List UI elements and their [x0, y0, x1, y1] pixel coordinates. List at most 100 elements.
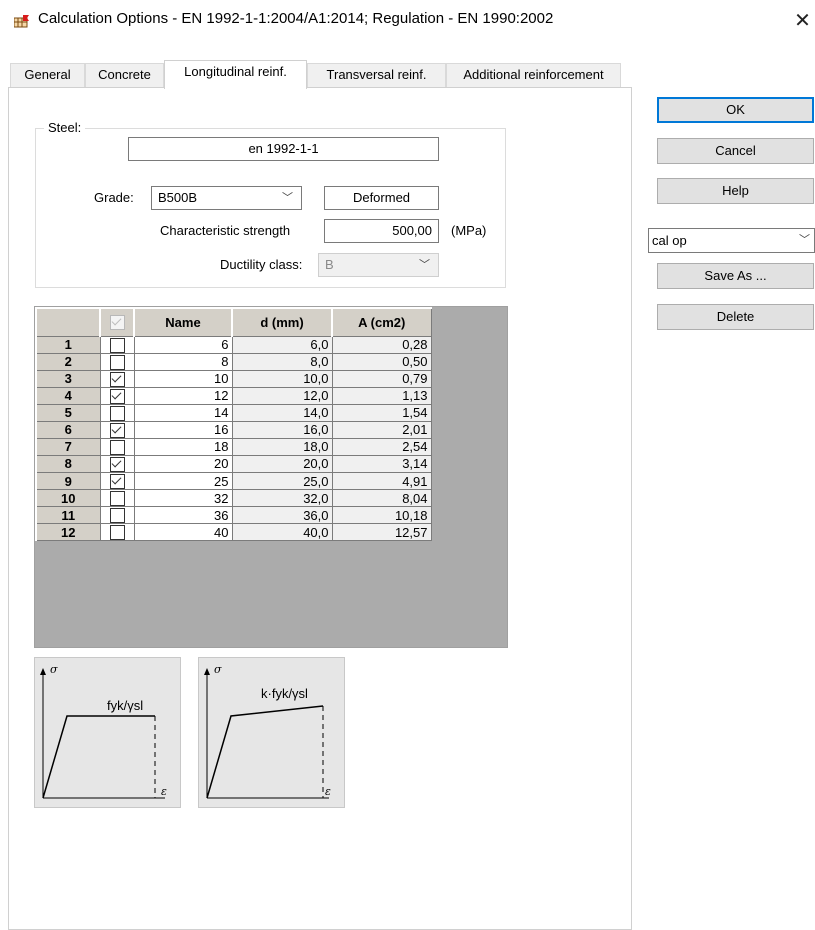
delete-button[interactable]: Delete [657, 304, 814, 330]
name-cell[interactable]: 8 [133, 352, 233, 371]
row-checkbox[interactable] [99, 420, 135, 439]
row-checkbox[interactable] [99, 437, 135, 456]
table-row[interactable]: 3 10 10,0 0,79 [35, 369, 432, 388]
checkbox-unchecked-icon [109, 439, 125, 455]
tab-additional-reinforcement[interactable]: Additional reinforcement [446, 63, 621, 87]
title-bar: Calculation Options - EN 1992-1-1:2004/A… [0, 0, 815, 40]
name-column-header: Name [133, 307, 233, 337]
ductility-value: B [325, 257, 334, 272]
row-checkbox[interactable] [99, 386, 135, 405]
table-row[interactable]: 2 8 8,0 0,50 [35, 352, 432, 371]
diameter-cell: 10,0 [231, 369, 333, 388]
name-cell[interactable]: 18 [133, 437, 233, 456]
diameter-cell: 16,0 [231, 420, 333, 439]
diameter-cell: 20,0 [231, 454, 333, 474]
table-row[interactable]: 1 6 6,0 0,28 [35, 335, 432, 354]
row-checkbox[interactable] [99, 489, 135, 508]
tab-transversal-reinf[interactable]: Transversal reinf. [307, 63, 446, 87]
row-index: 5 [35, 403, 101, 422]
row-checkbox[interactable] [99, 523, 135, 542]
check-icon [109, 315, 125, 331]
name-cell[interactable]: 14 [133, 403, 233, 422]
diagram-inclined-plateau[interactable]: σ ε k·fyk/γsl [198, 657, 345, 808]
close-icon[interactable]: ✕ [790, 6, 815, 34]
row-checkbox[interactable] [99, 506, 135, 525]
name-cell[interactable]: 25 [133, 471, 233, 491]
bar-grid: Name d (mm) A (cm2) 1 6 6,0 0,28 2 8 8,0 0,50 3 1… [35, 307, 432, 542]
name-cell[interactable]: 40 [133, 523, 233, 542]
table-row[interactable]: 12 40 40,0 12,57 [35, 523, 432, 542]
name-cell[interactable]: 6 [133, 335, 233, 354]
area-cell: 0,28 [331, 335, 432, 354]
table-row[interactable]: 4 12 12,0 1,13 [35, 386, 432, 405]
sigma-symbol: σ [50, 663, 58, 676]
ductility-label: Ductility class: [220, 257, 303, 272]
preset-value: cal op [652, 233, 687, 248]
row-index: 8 [35, 454, 101, 474]
save-as-button[interactable]: Save As ... [657, 263, 814, 289]
tab-concrete[interactable]: Concrete [85, 63, 164, 87]
ductility-select: B ﹀ [318, 253, 439, 277]
help-button[interactable]: Help [657, 178, 814, 204]
diameter-cell: 6,0 [231, 335, 333, 354]
checkbox-unchecked-icon [109, 491, 125, 507]
chevron-down-icon: ﹀ [799, 234, 810, 246]
tab-general[interactable]: General [10, 63, 85, 87]
checkbox-unchecked-icon [109, 525, 125, 541]
row-checkbox[interactable] [99, 403, 135, 422]
chevron-down-icon: ﹀ [282, 192, 293, 204]
row-checkbox[interactable] [99, 471, 135, 491]
area-cell: 3,14 [331, 454, 432, 474]
select-all-checkbox[interactable] [99, 307, 135, 337]
strength-input[interactable]: 500,00 [324, 219, 439, 243]
epsilon-symbol: ε [325, 785, 331, 798]
cancel-button[interactable]: Cancel [657, 138, 814, 164]
app-icon [14, 15, 29, 28]
ok-button[interactable]: OK [657, 97, 814, 123]
table-row[interactable]: 8 20 20,0 3,14 [35, 454, 432, 474]
area-cell: 0,50 [331, 352, 432, 371]
chevron-down-icon: ﹀ [419, 259, 430, 271]
row-checkbox[interactable] [99, 352, 135, 371]
row-index: 11 [35, 506, 101, 525]
diameter-cell: 40,0 [231, 523, 333, 542]
diagram-horizontal-plateau[interactable]: σ ε fyk/γsl [34, 657, 181, 808]
diameter-cell: 18,0 [231, 437, 333, 456]
table-row[interactable]: 11 36 36,0 10,18 [35, 506, 432, 525]
name-cell[interactable]: 20 [133, 454, 233, 474]
checkbox-unchecked-icon [109, 354, 125, 370]
row-index: 4 [35, 386, 101, 405]
row-index: 2 [35, 352, 101, 371]
epsilon-symbol: ε [161, 785, 167, 798]
checkbox-checked-icon [109, 388, 125, 404]
area-cell: 4,91 [331, 471, 432, 491]
area-cell: 12,57 [331, 523, 432, 542]
preset-select[interactable]: cal op ﹀ [648, 228, 815, 253]
row-checkbox[interactable] [99, 454, 135, 474]
row-index: 1 [35, 335, 101, 354]
table-row[interactable]: 10 32 32,0 8,04 [35, 489, 432, 508]
name-cell[interactable]: 32 [133, 489, 233, 508]
steel-code-field[interactable]: en 1992-1-1 [128, 137, 439, 161]
surface-field[interactable]: Deformed [324, 186, 439, 210]
row-checkbox[interactable] [99, 369, 135, 388]
area-cell: 0,79 [331, 369, 432, 388]
row-checkbox[interactable] [99, 335, 135, 354]
row-index: 6 [35, 420, 101, 439]
table-row[interactable]: 5 14 14,0 1,54 [35, 403, 432, 422]
grade-select[interactable]: B500B ﹀ [151, 186, 302, 210]
area-cell: 8,04 [331, 489, 432, 508]
area-cell: 2,54 [331, 437, 432, 456]
row-index: 7 [35, 437, 101, 456]
table-row[interactable]: 6 16 16,0 2,01 [35, 420, 432, 439]
name-cell[interactable]: 36 [133, 506, 233, 525]
name-cell[interactable]: 10 [133, 369, 233, 388]
table-row[interactable]: 7 18 18,0 2,54 [35, 437, 432, 456]
row-index: 3 [35, 369, 101, 388]
tab-longitudinal-reinf[interactable]: Longitudinal reinf. [164, 60, 307, 89]
table-row[interactable]: 9 25 25,0 4,91 [35, 471, 432, 491]
name-cell[interactable]: 12 [133, 386, 233, 405]
diameter-cell: 14,0 [231, 403, 333, 422]
name-cell[interactable]: 16 [133, 420, 233, 439]
diameter-cell: 12,0 [231, 386, 333, 405]
